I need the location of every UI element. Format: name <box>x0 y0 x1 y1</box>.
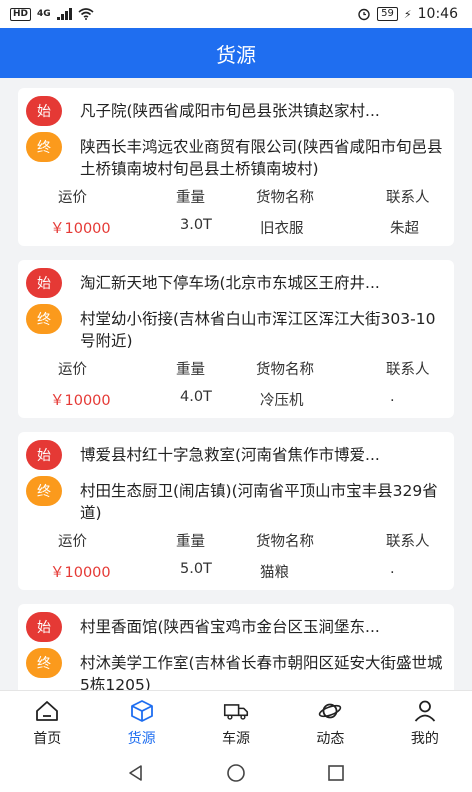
price-value: ￥10000 <box>50 221 111 237</box>
tab-cargo[interactable]: 货源 <box>94 691 188 754</box>
tab-profile[interactable]: 我的 <box>378 691 472 754</box>
header-contact: 联系人 <box>386 362 430 378</box>
header-goods: 货物名称 <box>256 362 314 378</box>
end-badge: 终 <box>26 304 62 334</box>
header-weight: 重量 <box>176 534 205 550</box>
header-weight: 重量 <box>176 362 205 378</box>
start-address: 村里香面馆(陕西省宝鸡市金台区玉涧堡东... <box>80 618 380 636</box>
start-badge: 始 <box>26 440 62 470</box>
contact-value: . <box>390 561 395 577</box>
cargo-card[interactable]: 始 凡子院(陕西省咸阳市旬邑县张洪镇赵家村... 终 陕西长丰鸿远农业商贸有限公… <box>18 88 454 246</box>
weight-value: 5.0T <box>180 561 212 577</box>
info-value-row: ￥10000 3.0T 旧衣服 朱超 <box>26 217 444 238</box>
header-weight: 重量 <box>176 190 205 206</box>
tab-label: 货源 <box>127 730 156 747</box>
clock: 10:46 <box>417 6 458 22</box>
start-address: 博爱县村红十字急救室(河南省焦作市博爱... <box>80 446 380 464</box>
end-address: 村田生态厨卫(闹店镇)(河南省平顶山市宝丰县329省道) <box>80 482 438 522</box>
status-bar: HD 4G 59 ⚡ 10:46 <box>0 0 472 28</box>
start-badge: 始 <box>26 612 62 642</box>
start-badge: 始 <box>26 268 62 298</box>
home-circle-icon[interactable] <box>226 763 246 783</box>
network-type: 4G <box>37 9 51 19</box>
price-value: ￥10000 <box>50 565 111 581</box>
start-row: 始 村里香面馆(陕西省宝鸡市金台区玉涧堡东... <box>26 612 444 642</box>
tab-home[interactable]: 首页 <box>0 691 94 754</box>
info-header-row: 运价 重量 货物名称 联系人 <box>26 530 444 551</box>
header-goods: 货物名称 <box>256 534 314 550</box>
contact-value: 朱超 <box>390 221 419 237</box>
start-address: 淘汇新天地下停车场(北京市东城区王府井... <box>80 274 380 292</box>
hd-badge: HD <box>10 7 32 21</box>
end-row: 终 陕西长丰鸿远农业商贸有限公司(陕西省咸阳市旬邑县土桥镇南坡村旬邑县土桥镇南坡… <box>26 132 444 180</box>
battery-icon: 59 <box>377 7 398 21</box>
goods-value: 旧衣服 <box>260 221 304 237</box>
header-price: 运价 <box>58 190 87 206</box>
person-icon <box>414 700 436 722</box>
charging-icon: ⚡ <box>403 7 412 21</box>
info-value-row: ￥10000 4.0T 冷压机 . <box>26 389 444 410</box>
header-price: 运价 <box>58 534 87 550</box>
goods-value: 冷压机 <box>260 393 304 409</box>
tab-label: 我的 <box>410 730 439 747</box>
cargo-card[interactable]: 始 淘汇新天地下停车场(北京市东城区王府井... 终 村堂幼小衔接(吉林省白山市… <box>18 260 454 418</box>
page-header: 货源 <box>0 28 472 78</box>
planet-icon <box>319 703 342 718</box>
start-address: 凡子院(陕西省咸阳市旬邑县张洪镇赵家村... <box>80 102 380 120</box>
end-badge: 终 <box>26 132 62 162</box>
cargo-card[interactable]: 始 村里香面馆(陕西省宝鸡市金台区玉涧堡东... 终 村沐美学工作室(吉林省长春… <box>18 604 454 690</box>
cargo-list[interactable]: 始 凡子院(陕西省咸阳市旬邑县张洪镇赵家村... 终 陕西长丰鸿远农业商贸有限公… <box>0 78 472 690</box>
tab-vehicles[interactable]: 车源 <box>189 691 283 754</box>
start-row: 始 凡子院(陕西省咸阳市旬邑县张洪镇赵家村... <box>26 96 444 126</box>
home-icon <box>36 700 59 721</box>
cargo-info: 运价 重量 货物名称 联系人 ￥10000 3.0T 旧衣服 朱超 <box>26 186 444 238</box>
info-value-row: ￥10000 5.0T 猫粮 . <box>26 561 444 582</box>
info-header-row: 运价 重量 货物名称 联系人 <box>26 186 444 207</box>
weight-value: 3.0T <box>180 217 212 233</box>
end-row: 终 村堂幼小衔接(吉林省白山市浑江区浑江大街303-10号附近) <box>26 304 444 352</box>
start-row: 始 淘汇新天地下停车场(北京市东城区王府井... <box>26 268 444 298</box>
cargo-card[interactable]: 始 博爱县村红十字急救室(河南省焦作市博爱... 终 村田生态厨卫(闹店镇)(河… <box>18 432 454 590</box>
status-right: 59 ⚡ 10:46 <box>357 6 458 22</box>
goods-value: 猫粮 <box>260 565 289 581</box>
tab-label: 首页 <box>33 730 62 747</box>
weight-value: 4.0T <box>180 389 212 405</box>
start-badge: 始 <box>26 96 62 126</box>
start-row: 始 博爱县村红十字急救室(河南省焦作市博爱... <box>26 440 444 470</box>
truck-icon <box>223 703 249 720</box>
system-nav-bar <box>0 754 472 792</box>
header-contact: 联系人 <box>386 534 430 550</box>
status-left: HD 4G <box>10 7 94 21</box>
cargo-info: 运价 重量 货物名称 联系人 ￥10000 4.0T 冷压机 . <box>26 358 444 410</box>
page-title: 货源 <box>216 42 256 67</box>
end-badge: 终 <box>26 476 62 506</box>
end-row: 终 村田生态厨卫(闹店镇)(河南省平顶山市宝丰县329省道) <box>26 476 444 524</box>
end-address: 村沐美学工作室(吉林省长春市朝阳区延安大街盛世城5栋1205) <box>80 654 443 690</box>
alarm-icon <box>358 8 370 21</box>
info-header-row: 运价 重量 货物名称 联系人 <box>26 358 444 379</box>
wifi-icon <box>78 8 94 20</box>
cargo-info: 运价 重量 货物名称 联系人 ￥10000 5.0T 猫粮 . <box>26 530 444 582</box>
bottom-tab-bar: 首页 货源 车源 动态 我的 <box>0 690 472 754</box>
recents-icon[interactable] <box>326 763 346 783</box>
box-icon <box>130 699 153 722</box>
end-address: 陕西长丰鸿远农业商贸有限公司(陕西省咸阳市旬邑县土桥镇南坡村旬邑县土桥镇南坡村) <box>80 138 443 178</box>
header-contact: 联系人 <box>386 190 430 206</box>
price-value: ￥10000 <box>50 393 111 409</box>
tab-feed[interactable]: 动态 <box>283 691 377 754</box>
tab-label: 动态 <box>316 730 345 747</box>
header-goods: 货物名称 <box>256 190 314 206</box>
contact-value: . <box>390 389 395 405</box>
end-address: 村堂幼小衔接(吉林省白山市浑江区浑江大街303-10号附近) <box>80 310 436 350</box>
tab-label: 车源 <box>222 730 251 747</box>
end-row: 终 村沐美学工作室(吉林省长春市朝阳区延安大街盛世城5栋1205) <box>26 648 444 690</box>
back-icon[interactable] <box>126 763 146 783</box>
header-price: 运价 <box>58 362 87 378</box>
end-badge: 终 <box>26 648 62 678</box>
signal-icon <box>56 8 72 20</box>
